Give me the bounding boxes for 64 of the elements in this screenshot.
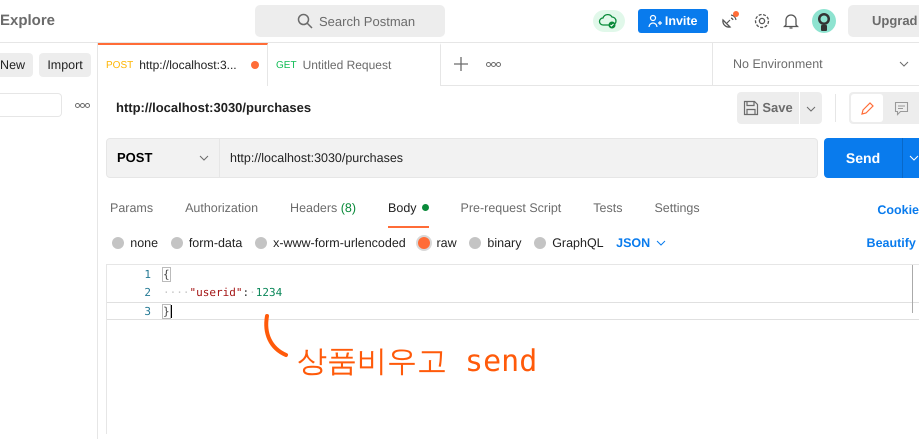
code-line: ····"userid":·1234 [163,285,282,302]
request-section-tab[interactable]: Body [388,199,429,228]
more-icon[interactable] [486,62,502,66]
radio-label[interactable]: binary [487,234,522,252]
chevron-down-icon [199,155,209,161]
code-line: { [163,267,170,284]
filter-field[interactable] [0,93,62,117]
chevron-down-icon [806,106,816,112]
request-title: http://localhost:3030/purchases [116,99,312,118]
save-icon [743,100,760,116]
search-field[interactable]: Search Postman [255,5,445,37]
comment-icon [894,100,908,116]
request-section-tab[interactable]: Authorization [185,199,258,228]
upgrade-button[interactable]: Upgrad [848,5,919,37]
edit-toggle[interactable] [851,94,883,122]
handwritten-note: 상품비우고 send [297,345,538,378]
radio-button[interactable] [112,237,124,249]
request-tab[interactable]: POST http://localhost:3... [98,42,268,86]
radio-button[interactable] [170,237,183,249]
cookies-link[interactable]: Cookie [877,201,919,220]
save-button[interactable]: Save [737,92,799,124]
import-button[interactable]: Import [39,53,91,77]
method-select[interactable]: POST [106,138,220,178]
new-button[interactable]: New [0,53,34,77]
radio-button[interactable] [469,237,482,249]
request-section-tab[interactable]: Pre-request Script [460,199,562,228]
cloud-sync-icon[interactable] [593,10,626,32]
add-user-icon [648,14,662,28]
pencil-icon [860,100,874,116]
invite-button[interactable]: Invite [638,9,708,33]
more-icon[interactable] [74,102,90,108]
radio-label[interactable]: x-www-form-urlencoded [273,234,406,252]
radio-button[interactable] [534,237,546,249]
url-field[interactable]: http://localhost:3030/purchases [220,138,818,178]
settings-icon[interactable] [752,12,770,30]
request-section-tab[interactable]: Headers (8) [290,199,356,228]
search-icon [297,13,313,29]
chevron-down-icon [909,155,919,162]
request-section-tab[interactable]: Params [110,199,154,228]
radio-label[interactable]: none [130,234,158,252]
chevron-down-icon [656,240,666,246]
workspace-title[interactable]: Explore [0,10,255,32]
request-section-tab[interactable]: Settings [654,199,700,228]
bell-icon[interactable] [783,12,799,30]
format-select[interactable]: JSON [616,234,666,252]
line-number: 2 [143,285,151,302]
radio-button[interactable] [254,237,267,249]
radio-label[interactable]: GraphQL [552,234,604,252]
environment-select[interactable]: No Environment [712,43,919,85]
send-button[interactable]: Send [824,138,902,178]
send-options-button[interactable] [902,138,919,178]
radio-button[interactable] [418,237,430,249]
radio-label[interactable]: form-data [188,234,242,252]
satellite-icon[interactable] [720,11,740,31]
request-tab[interactable]: GET Untitled Request [268,42,441,86]
request-section-tab[interactable]: Tests [593,199,622,228]
radio-label[interactable]: raw [436,234,457,252]
avatar-icon[interactable] [812,9,836,33]
code-line: } [163,304,172,320]
beautify-link[interactable]: Beautify [866,234,916,252]
add-tab-icon[interactable] [454,57,468,71]
chevron-down-icon [899,61,909,67]
line-number: 3 [143,304,151,320]
line-number: 1 [143,267,151,284]
